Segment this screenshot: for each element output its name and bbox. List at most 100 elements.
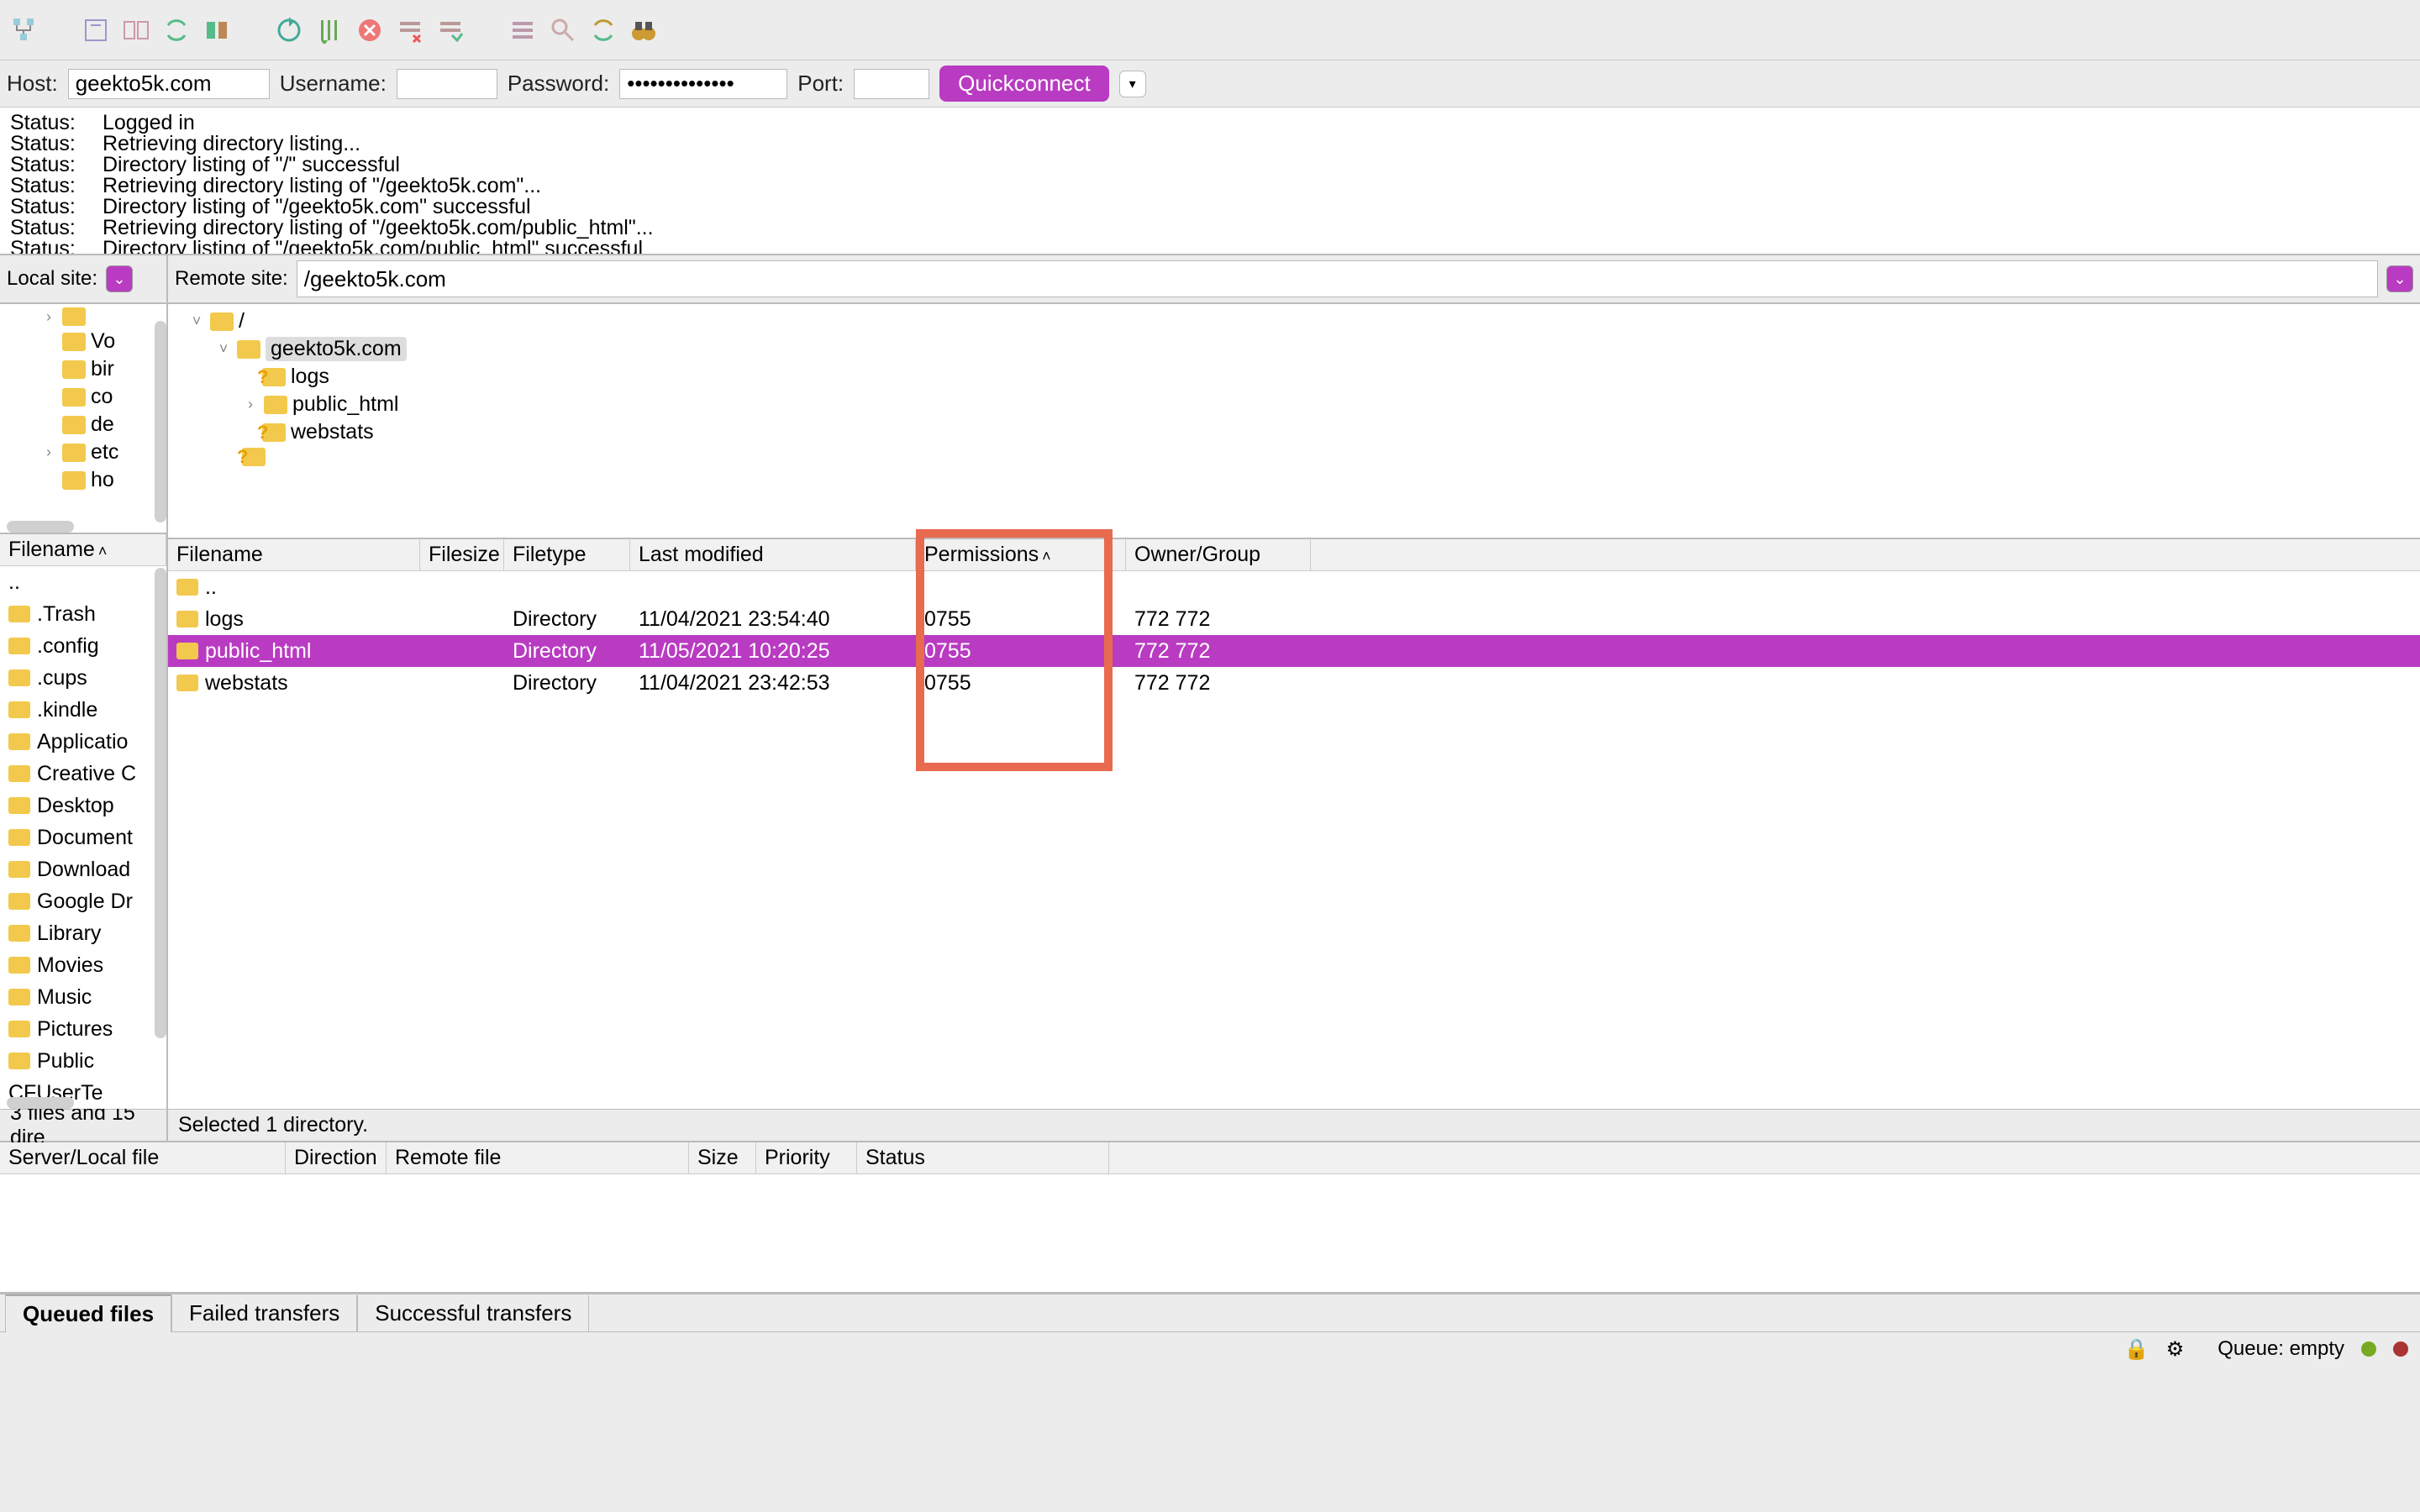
port-label: Port: — [797, 71, 844, 97]
chevron-right-icon[interactable]: › — [40, 444, 57, 461]
remote-tree[interactable]: ˅ / ˅ geekto5k.com logs › — [168, 304, 2420, 539]
search-icon[interactable] — [546, 13, 580, 47]
quickconnect-dropdown[interactable]: ▾ — [1119, 71, 1146, 97]
folder-icon — [62, 416, 86, 434]
tree-item-domain[interactable]: ˅ geekto5k.com — [168, 335, 2420, 363]
host-input[interactable] — [68, 69, 270, 99]
local-site-dropdown[interactable]: ⌄ — [106, 265, 133, 292]
list-item[interactable]: Public — [0, 1045, 166, 1077]
folder-icon — [8, 1053, 30, 1069]
col-server-local[interactable]: Server/Local file — [0, 1142, 286, 1173]
list-item[interactable]: Google Dr — [0, 885, 166, 917]
col-remote-file[interactable]: Remote file — [387, 1142, 689, 1173]
col-filesize[interactable]: Filesize — [420, 539, 504, 570]
tab-new-icon[interactable] — [79, 13, 113, 47]
scrollbar-vertical[interactable] — [155, 321, 166, 522]
col-priority[interactable]: Priority — [756, 1142, 857, 1173]
reconnect-icon[interactable] — [434, 13, 467, 47]
scrollbar-horizontal[interactable] — [7, 521, 74, 533]
tree-item[interactable]: webstats — [168, 418, 2420, 446]
username-input[interactable] — [397, 69, 497, 99]
cancel-icon[interactable] — [353, 13, 387, 47]
chevron-right-icon[interactable]: › — [242, 396, 259, 413]
password-input[interactable] — [619, 69, 787, 99]
status-msg: Directory listing of "/" successful — [103, 155, 400, 176]
col-filename[interactable]: Filename — [168, 539, 420, 570]
lock-icon[interactable]: 🔒 — [2124, 1337, 2149, 1362]
list-item[interactable]: Download — [0, 853, 166, 885]
list-item[interactable]: Library — [0, 917, 166, 949]
chevron-right-icon[interactable]: › — [40, 308, 57, 326]
list-item[interactable]: .config — [0, 630, 166, 662]
list-item[interactable]: Pictures — [0, 1013, 166, 1045]
col-lastmodified[interactable]: Last modified — [630, 539, 916, 570]
status-label: Status: — [10, 239, 77, 255]
tree-item[interactable]: Vo — [0, 328, 166, 355]
list-item[interactable]: webstats Directory 11/04/2021 23:42:53 0… — [168, 667, 2420, 699]
col-filename[interactable]: Filename˄ — [0, 534, 166, 565]
tree-item[interactable]: › public_html — [168, 391, 2420, 418]
status-label: Status: — [10, 134, 77, 155]
folder-icon — [8, 861, 30, 878]
col-direction[interactable]: Direction — [286, 1142, 387, 1173]
list-item[interactable]: .. — [168, 571, 2420, 603]
folder-icon — [210, 312, 234, 331]
tree-item[interactable]: ho — [0, 466, 166, 494]
folder-question-icon — [242, 448, 266, 466]
disconnect-icon[interactable] — [393, 13, 427, 47]
list-item[interactable]: Music — [0, 981, 166, 1013]
folder-icon — [8, 957, 30, 974]
scrollbar-horizontal[interactable] — [7, 1097, 74, 1109]
tab-queued[interactable]: Queued files — [5, 1294, 171, 1332]
tab-sync-icon[interactable] — [160, 13, 193, 47]
remote-file-list[interactable]: Filename Filesize Filetype Last modified… — [168, 539, 2420, 1109]
list-item[interactable]: Creative C — [0, 758, 166, 790]
col-status[interactable]: Status — [857, 1142, 1109, 1173]
chevron-down-icon[interactable]: ˅ — [215, 340, 232, 358]
tree-item[interactable]: co — [0, 383, 166, 411]
tab-compare-icon[interactable] — [200, 13, 234, 47]
server-filter-icon[interactable] — [506, 13, 539, 47]
local-tree[interactable]: › Vobircode›etcho — [0, 304, 166, 534]
tree-item[interactable]: de — [0, 411, 166, 438]
tab-list-icon[interactable] — [119, 13, 153, 47]
list-item[interactable]: Document — [0, 822, 166, 853]
sitemanager-icon[interactable] — [7, 13, 40, 47]
tab-successful[interactable]: Successful transfers — [357, 1295, 589, 1331]
col-permissions[interactable]: Permissions˄ — [916, 539, 1126, 570]
port-input[interactable] — [854, 69, 929, 99]
tab-failed[interactable]: Failed transfers — [171, 1295, 357, 1331]
list-item[interactable]: Applicatio — [0, 726, 166, 758]
remote-site-dropdown[interactable]: ⌄ — [2386, 265, 2413, 292]
quickconnect-button[interactable]: Quickconnect — [939, 66, 1109, 102]
binoculars-icon[interactable] — [627, 13, 660, 47]
tree-item[interactable] — [168, 446, 2420, 468]
refresh-icon[interactable] — [272, 13, 306, 47]
folder-icon — [8, 638, 30, 654]
list-item[interactable]: logs Directory 11/04/2021 23:54:40 0755 … — [168, 603, 2420, 635]
compare-refresh-icon[interactable] — [587, 13, 620, 47]
remote-site-input[interactable] — [297, 260, 2378, 297]
list-item[interactable]: .. — [0, 566, 166, 598]
list-item[interactable]: Desktop — [0, 790, 166, 822]
tree-item[interactable]: bir — [0, 355, 166, 383]
list-item[interactable]: .Trash — [0, 598, 166, 630]
host-label: Host: — [7, 71, 58, 97]
sort-asc-icon: ˄ — [1042, 548, 1051, 564]
list-item[interactable]: .cups — [0, 662, 166, 694]
col-owner[interactable]: Owner/Group — [1126, 539, 1311, 570]
scrollbar-vertical[interactable] — [155, 568, 166, 1038]
local-file-list[interactable]: Filename˄ ...Trash.config.cups.kindleApp… — [0, 534, 166, 1109]
col-size[interactable]: Size — [689, 1142, 756, 1173]
gear-icon[interactable]: ⚙ — [2166, 1337, 2185, 1362]
tree-item[interactable]: ›etc — [0, 438, 166, 466]
list-item[interactable]: public_html Directory 11/05/2021 10:20:2… — [168, 635, 2420, 667]
col-filetype[interactable]: Filetype — [504, 539, 630, 570]
tree-item[interactable]: logs — [168, 363, 2420, 391]
process-queue-icon[interactable] — [313, 13, 346, 47]
tree-item[interactable]: › — [0, 306, 166, 328]
list-item[interactable]: Movies — [0, 949, 166, 981]
chevron-down-icon[interactable]: ˅ — [188, 312, 205, 330]
tree-item-root[interactable]: ˅ / — [168, 307, 2420, 335]
list-item[interactable]: .kindle — [0, 694, 166, 726]
